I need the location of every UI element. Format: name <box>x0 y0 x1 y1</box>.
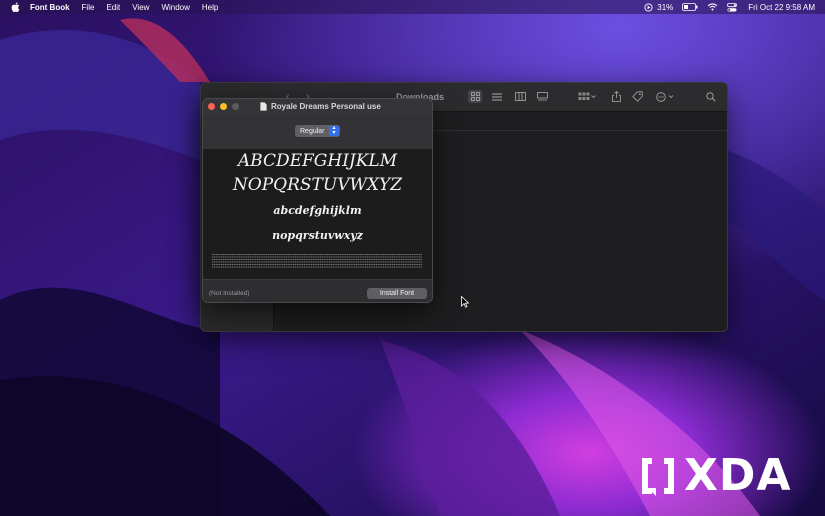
font-window-toolbar: Regular ▴ ▾ <box>203 115 432 150</box>
apple-menu-icon[interactable] <box>11 2 20 12</box>
preview-uppercase-2: NOPQRSTUVWXYZ <box>232 175 403 195</box>
install-status: (Not Installed) <box>209 290 250 297</box>
screen-record-icon[interactable] <box>644 2 653 12</box>
style-select[interactable]: Regular ▴ ▾ <box>295 125 340 137</box>
menu-app-name[interactable]: Font Book <box>30 3 70 12</box>
mouse-cursor-icon <box>461 296 469 308</box>
gallery-view-icon[interactable] <box>535 90 549 103</box>
menu-bar: Font Book File Edit View Window Help 31%… <box>0 0 825 14</box>
battery-percent: 31% <box>657 2 674 12</box>
xda-watermark: XDA <box>638 450 792 501</box>
zoom-button[interactable] <box>232 103 239 110</box>
preview-lowercase-1: abcdefghijklm <box>273 204 362 217</box>
xda-watermark-text: XDA <box>684 450 792 501</box>
menu-window[interactable]: Window <box>161 3 189 12</box>
font-window-titlebar[interactable]: Royale Dreams Personal use <box>203 99 432 115</box>
preview-lowercase-2: nopqrstuvwxyz <box>272 229 363 242</box>
preview-sample-text-lines <box>212 254 422 268</box>
select-arrows-icon: ▴ ▾ <box>329 125 339 136</box>
tag-icon[interactable] <box>630 90 644 103</box>
menu-clock[interactable]: Fri Oct 22 9:58 AM <box>748 3 815 12</box>
font-window-title: Royale Dreams Personal use <box>260 102 381 111</box>
search-icon[interactable] <box>704 90 718 103</box>
preview-uppercase-1: ABCDEFGHIJKLM <box>237 151 398 171</box>
font-preview-area: ABCDEFGHIJKLM NOPQRSTUVWXYZ abcdefghijkl… <box>203 149 432 279</box>
share-icon[interactable] <box>609 90 623 103</box>
close-button[interactable] <box>208 103 215 110</box>
icon-view-icon[interactable] <box>468 90 482 103</box>
minimize-button[interactable] <box>220 103 227 110</box>
column-view-icon[interactable] <box>513 90 527 103</box>
list-view-icon[interactable] <box>490 90 504 103</box>
control-center-icon[interactable] <box>727 2 738 12</box>
style-select-value: Regular <box>300 127 325 135</box>
document-icon <box>260 102 267 111</box>
battery-icon[interactable] <box>682 3 698 11</box>
menu-view[interactable]: View <box>132 3 149 12</box>
wifi-icon[interactable] <box>707 3 718 11</box>
font-preview-window: Royale Dreams Personal use Regular ▴ ▾ AB… <box>202 98 433 303</box>
xda-logo-icon <box>642 458 674 496</box>
more-actions-icon[interactable] <box>655 90 677 103</box>
font-window-footer: (Not Installed) Install Font <box>203 279 432 302</box>
group-by-icon[interactable] <box>577 90 597 103</box>
install-font-button[interactable]: Install Font <box>367 288 427 299</box>
menu-help[interactable]: Help <box>202 3 218 12</box>
menu-file[interactable]: File <box>82 3 95 12</box>
menu-edit[interactable]: Edit <box>106 3 120 12</box>
font-window-title-text: Royale Dreams Personal use <box>271 102 381 111</box>
